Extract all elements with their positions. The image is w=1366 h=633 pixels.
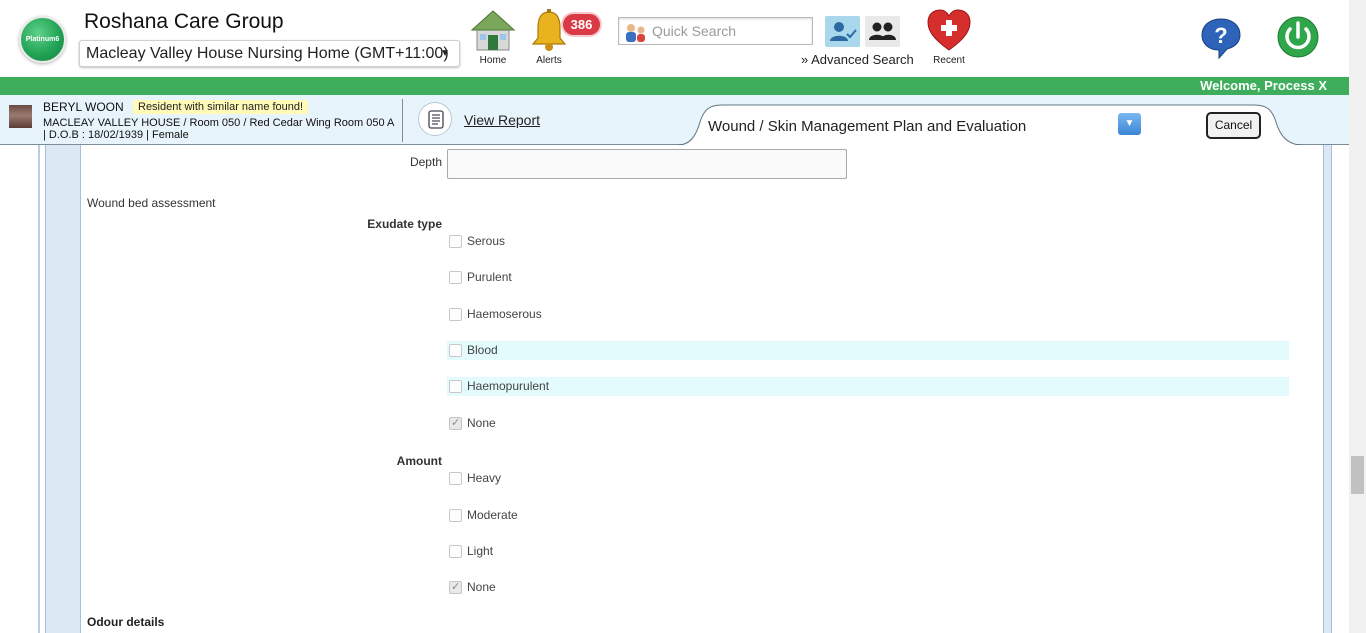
help-icon[interactable]: ?: [1199, 16, 1243, 60]
checkbox-checked[interactable]: [449, 416, 462, 430]
home-button[interactable]: Home: [469, 8, 517, 66]
report-button[interactable]: [418, 102, 452, 136]
frame-border-right: [1323, 145, 1332, 633]
checkbox[interactable]: [449, 344, 462, 357]
staff-search-button[interactable]: [865, 16, 900, 47]
option-label: Purulent: [467, 270, 512, 284]
advanced-search-label: Advanced Search: [811, 52, 914, 67]
scrollbar-thumb[interactable]: [1351, 456, 1364, 494]
resident-search-button[interactable]: [825, 16, 860, 47]
option-label: None: [467, 580, 496, 594]
resident-photo[interactable]: [9, 105, 32, 128]
bell-icon: [531, 9, 567, 51]
svg-text:?: ?: [1214, 23, 1227, 48]
cancel-button[interactable]: Cancel: [1206, 112, 1261, 139]
option-label: Serous: [467, 234, 506, 248]
double-chevron-right-icon: »: [801, 52, 809, 67]
form-content: Depth Wound bed assessment Exudate type …: [0, 145, 1349, 633]
exudate-option-haemopurulent[interactable]: Haemopurulent: [447, 377, 1289, 396]
facility-value: Macleay Valley House Nursing Home (GMT+1…: [86, 45, 449, 62]
family-search-icon: [626, 24, 645, 42]
exudate-type-label: Exudate type: [367, 217, 442, 231]
search-placeholder: Quick Search: [652, 23, 737, 39]
option-label: Haemopurulent: [467, 379, 550, 393]
logo-text: Platinum6: [25, 36, 60, 43]
checkbox[interactable]: [449, 271, 462, 284]
resident-dob: | D.O.B : 18/02/1939 | Female: [43, 129, 189, 141]
option-label: Blood: [467, 343, 498, 357]
document-list-icon: [428, 110, 444, 129]
checkbox-checked[interactable]: [449, 580, 462, 594]
amount-label: Amount: [396, 454, 442, 468]
home-label: Home: [479, 55, 507, 66]
welcome-text: Welcome, Process X: [1200, 78, 1327, 93]
depth-label: Depth: [409, 155, 442, 169]
chevron-down-icon: ▼: [440, 48, 450, 59]
resident-name[interactable]: BERYL WOON: [43, 100, 124, 114]
vertical-scrollbar[interactable]: [1349, 0, 1366, 633]
checkbox[interactable]: [449, 380, 462, 393]
resident-bar: BERYL WOON Resident with similar name fo…: [0, 95, 1349, 146]
alerts-label: Alerts: [536, 55, 562, 66]
frame-border-left-outer: [38, 145, 40, 633]
advanced-search-link[interactable]: » Advanced Search: [801, 52, 914, 67]
wound-bed-label: Wound bed assessment: [87, 196, 216, 210]
option-label: Haemoserous: [467, 307, 542, 321]
welcome-bar: Welcome, Process X: [0, 77, 1349, 95]
top-header: Platinum6 Roshana Care Group Macleay Val…: [0, 0, 1349, 76]
people-icon: [869, 22, 896, 40]
recent-label: Recent: [933, 55, 965, 66]
option-label: None: [467, 416, 496, 430]
checkbox[interactable]: [449, 235, 462, 248]
checkbox[interactable]: [449, 308, 462, 321]
depth-input[interactable]: [447, 149, 847, 179]
view-report-link[interactable]: View Report: [464, 112, 540, 128]
similar-name-warning: Resident with similar name found!: [133, 100, 309, 114]
form-select-dropdown[interactable]: ▼: [1118, 113, 1141, 135]
resident-location: MACLEAY VALLEY HOUSE / Room 050 / Red Ce…: [43, 117, 395, 129]
checkbox[interactable]: [449, 509, 462, 522]
org-name: Roshana Care Group: [84, 10, 284, 33]
facility-select[interactable]: Macleay Valley House Nursing Home (GMT+1…: [79, 40, 460, 67]
odour-details-label: Odour details: [87, 615, 165, 629]
platinum-logo[interactable]: Platinum6: [19, 16, 66, 63]
chevron-down-icon: ▼: [1124, 118, 1135, 129]
frame-border-left-inner: [45, 145, 81, 633]
divider: [402, 99, 403, 142]
app-window: Platinum6 Roshana Care Group Macleay Val…: [0, 0, 1366, 633]
option-label: Light: [467, 544, 494, 558]
alerts-button[interactable]: Alerts: [527, 8, 571, 66]
heart-plus-icon: [927, 9, 971, 51]
form-title: Wound / Skin Management Plan and Evaluat…: [708, 118, 1027, 135]
option-label: Moderate: [467, 508, 518, 522]
checkbox[interactable]: [449, 545, 462, 558]
quick-search-input[interactable]: Quick Search: [618, 17, 813, 45]
checkbox[interactable]: [449, 472, 462, 485]
person-check-icon: [830, 22, 857, 41]
option-label: Heavy: [467, 471, 502, 485]
recent-button[interactable]: Recent: [924, 8, 974, 66]
alerts-count-badge: 386: [563, 14, 600, 35]
power-icon[interactable]: [1276, 15, 1320, 59]
exudate-option-blood[interactable]: Blood: [447, 341, 1289, 360]
home-icon: [470, 10, 516, 51]
